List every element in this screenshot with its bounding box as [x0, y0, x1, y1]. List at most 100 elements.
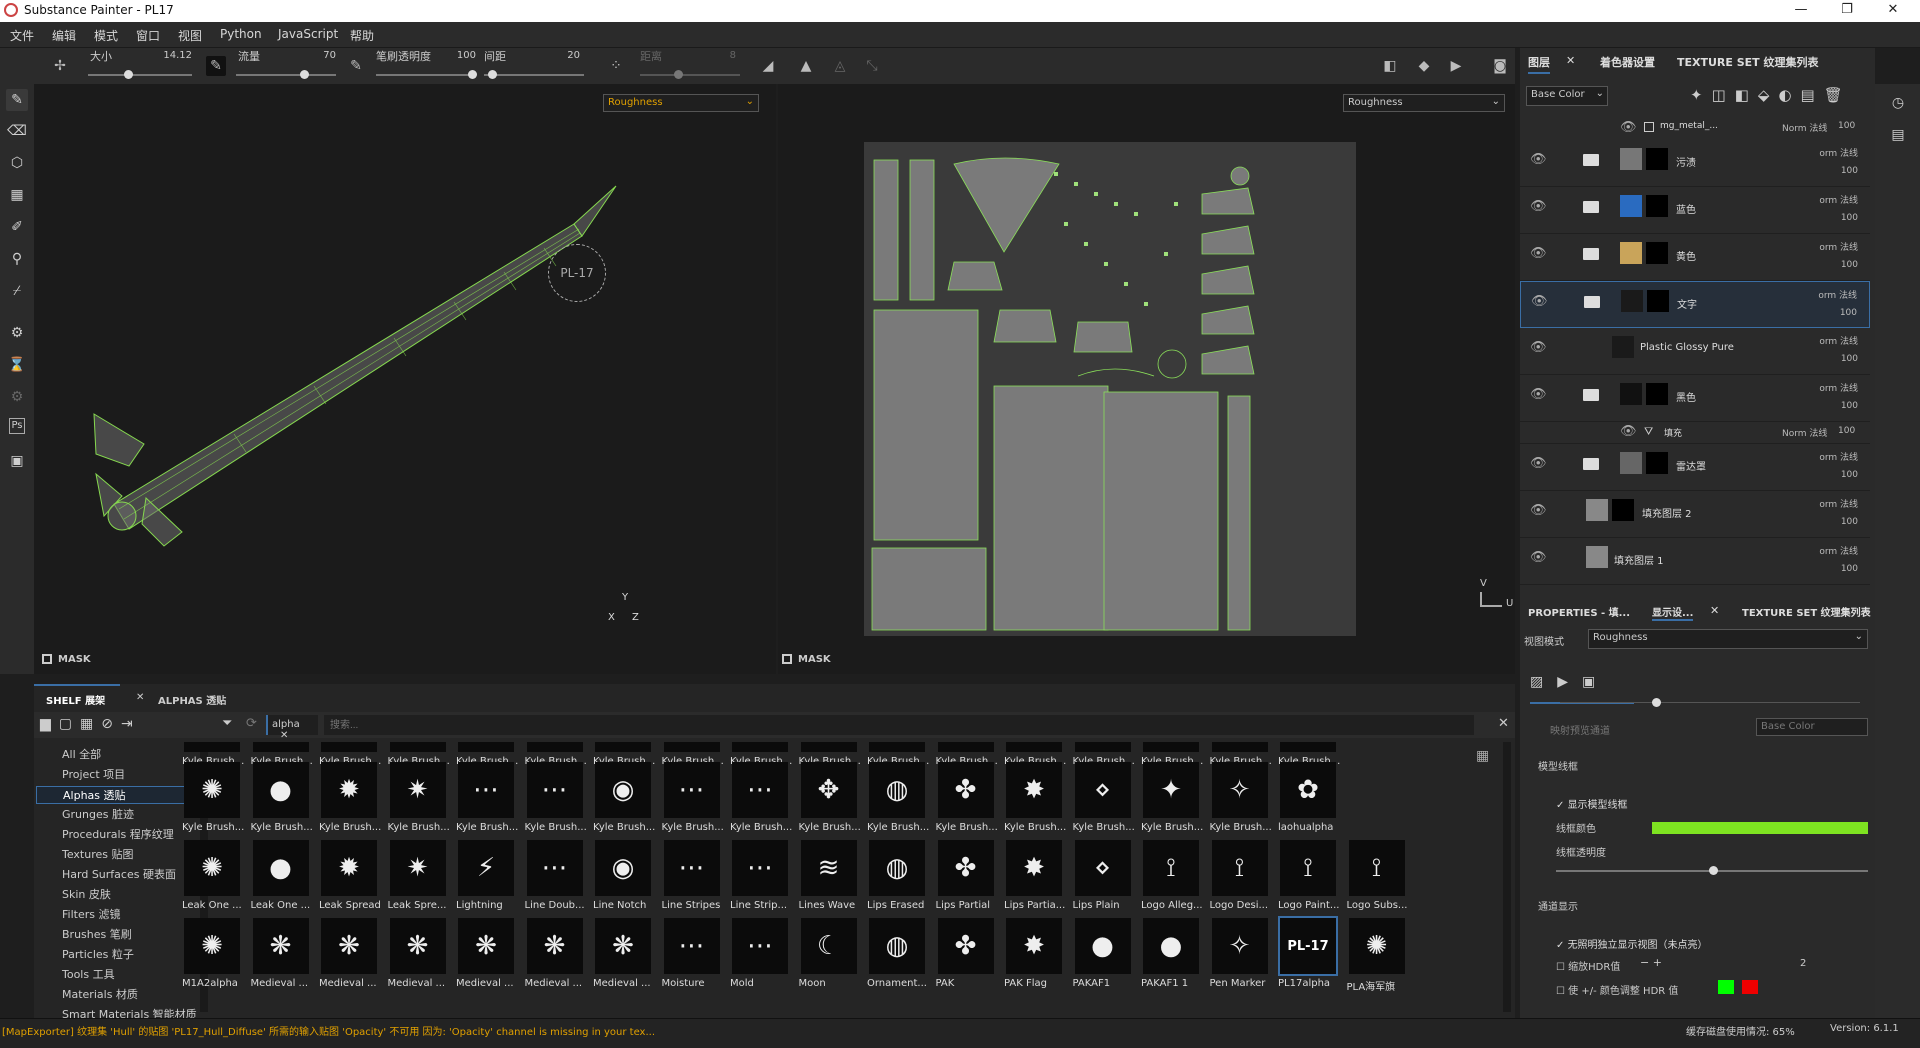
- layer-row[interactable]: 👁 填充图层 1 orm 法线 100: [1520, 538, 1870, 585]
- shelf-category-item[interactable]: Tools 工具: [62, 966, 115, 982]
- mask-sublayer-row[interactable]: 👁 mg_metal_... Norm 法线 100: [1520, 118, 1870, 138]
- shelf-category-item[interactable]: Skin 皮肤: [62, 886, 111, 902]
- alpha-tile[interactable]: ✷ Kyle Brush...: [388, 762, 450, 839]
- view-mode-dropdown[interactable]: Roughness ⌄: [1588, 629, 1868, 649]
- shelf-category-item[interactable]: Procedurals 程序纹理: [62, 826, 174, 842]
- menu-view[interactable]: 视图: [178, 27, 202, 44]
- tab-shelf-close-icon[interactable]: ✕: [136, 692, 144, 703]
- viewport-3d[interactable]: Roughness ⌄ PL-17 Y X Z MASK: [34, 84, 776, 674]
- plugin-icon[interactable]: ⚙: [6, 386, 28, 408]
- layer-row[interactable]: 👁 文字 orm 法线 100: [1520, 281, 1870, 328]
- menu-file[interactable]: 文件: [10, 27, 34, 44]
- tab-layers-close-icon[interactable]: ✕: [1566, 54, 1575, 67]
- scroll-slider[interactable]: [1560, 702, 1860, 703]
- eraser-icon[interactable]: ⌫: [6, 120, 28, 142]
- spacing-slider[interactable]: [484, 74, 584, 76]
- alpha-tile[interactable]: ⚡ Lightning: [456, 840, 516, 917]
- map-channel-dropdown[interactable]: Base Color: [1756, 718, 1868, 736]
- display-mode-icons[interactable]: ▨▶▣: [1530, 674, 1609, 690]
- alpha-tile[interactable]: ⋯ Kyle Brush...: [730, 762, 792, 839]
- alpha-tile[interactable]: ❋ Medieval ...: [593, 918, 653, 995]
- layer-row[interactable]: 👁 雷达罩 orm 法线 100: [1520, 444, 1870, 491]
- eye-icon[interactable]: 👁: [1530, 550, 1547, 566]
- mirror-icon[interactable]: ▲: [796, 56, 816, 76]
- layer-row[interactable]: 👁 蓝色 orm 法线 100: [1520, 187, 1870, 234]
- layer-channel-dropdown[interactable]: Base Color ⌄: [1526, 86, 1608, 106]
- layer-row[interactable]: 👁 ⛛ 填充 Norm 法线 100: [1520, 422, 1870, 444]
- symmetry-icon[interactable]: ✢: [50, 56, 70, 76]
- tab-shelf[interactable]: SHELF 展架: [46, 692, 105, 707]
- alpha-tile[interactable]: ✺ M1A2alpha: [182, 918, 242, 995]
- alpha-tile[interactable]: ⟟ Logo Alleg...: [1141, 840, 1203, 917]
- hdr-stepper-icons[interactable]: − +: [1640, 956, 1662, 969]
- alpha-tile[interactable]: ✥ Kyle Brush...: [799, 762, 861, 839]
- rocket-model[interactable]: [34, 114, 776, 674]
- mask-blend[interactable]: Norm 法线: [1782, 121, 1827, 134]
- channel-dropdown-3d[interactable]: Roughness ⌄: [603, 94, 759, 112]
- pen-pressure-icon[interactable]: ✎: [206, 56, 226, 76]
- settings-icon[interactable]: ⚙: [6, 322, 28, 344]
- alpha-tile[interactable]: ❋ Medieval ...: [456, 918, 516, 995]
- mask-checkbox-2d[interactable]: [782, 654, 792, 664]
- eye-icon[interactable]: 👁: [1530, 456, 1547, 472]
- alpha-tile[interactable]: ✸ PAK Flag: [1004, 918, 1064, 995]
- alpha-tile[interactable]: ⋯ Kyle Brush...: [456, 762, 518, 839]
- maximize-button[interactable]: ❐: [1824, 0, 1870, 22]
- layer-opacity[interactable]: 100: [1841, 260, 1858, 270]
- hdr-scale-checkbox[interactable]: ☐ 缩放HDR值: [1556, 958, 1620, 973]
- uv-texture-map[interactable]: [864, 142, 1356, 636]
- flow-slider[interactable]: [236, 74, 336, 76]
- layer-blend[interactable]: orm 法线: [1819, 334, 1858, 347]
- stroke-icon[interactable]: ◢: [758, 56, 778, 76]
- cube-view-icon[interactable]: ◆: [1414, 56, 1434, 76]
- close-button[interactable]: ✕: [1870, 0, 1916, 22]
- alpha-tile[interactable]: ⋯ Mold: [730, 918, 790, 995]
- shelf-category-item[interactable]: Materials 材质: [62, 986, 138, 1002]
- alpha-tile[interactable]: ✺ Kyle Brush...: [182, 762, 244, 839]
- alpha-tile[interactable]: ✿ laohualpha: [1278, 762, 1338, 839]
- eye-icon[interactable]: 👁: [1531, 294, 1548, 310]
- alpha-tile[interactable]: ⋄ Kyle Brush...: [1073, 762, 1135, 839]
- opacity-slider[interactable]: [376, 74, 476, 76]
- shelf-scrollbar[interactable]: [1503, 742, 1511, 1012]
- refresh-icon[interactable]: ⟳: [246, 716, 257, 731]
- alpha-tile[interactable]: ⋯ Kyle Brush...: [525, 762, 587, 839]
- tab-layers[interactable]: 图层: [1528, 54, 1550, 74]
- layer-opacity[interactable]: 100: [1841, 517, 1858, 527]
- clear-search-icon[interactable]: ✕: [1498, 716, 1509, 731]
- layer-opacity[interactable]: 100: [1841, 166, 1858, 176]
- show-wireframe-checkbox[interactable]: ✓ 显示模型线框: [1556, 796, 1628, 811]
- alpha-tile[interactable]: ❋ Medieval ...: [319, 918, 379, 995]
- alpha-tile[interactable]: ● Kyle Brush...: [251, 762, 313, 839]
- mask-checkbox-3d[interactable]: [42, 654, 52, 664]
- spacing-value[interactable]: 20: [540, 50, 580, 61]
- layer-blend[interactable]: orm 法线: [1819, 193, 1858, 206]
- eye-icon[interactable]: 👁: [1530, 246, 1547, 262]
- alpha-tile[interactable]: ✧ Pen Marker: [1210, 918, 1270, 995]
- alpha-tile[interactable]: ✦ Kyle Brush...: [1141, 762, 1203, 839]
- mask-opacity[interactable]: 100: [1838, 121, 1855, 131]
- tab-shader-settings[interactable]: 着色器设置: [1600, 54, 1655, 70]
- viewport-2d[interactable]: Roughness ⌄ V U MASK: [778, 84, 1515, 674]
- tab-display-settings[interactable]: 显示设...: [1652, 604, 1694, 621]
- menu-window[interactable]: 窗口: [136, 27, 160, 44]
- shelf-action-icons[interactable]: ▆▢▦⊘⇥: [40, 716, 141, 732]
- layer-blend[interactable]: orm 法线: [1819, 381, 1858, 394]
- shelf-category-item[interactable]: Project 项目: [62, 766, 125, 782]
- angle-slider[interactable]: [640, 74, 740, 76]
- wire-color-swatch[interactable]: [1652, 822, 1868, 834]
- split-view-icon[interactable]: ◧: [1380, 56, 1400, 76]
- camera-video-icon[interactable]: ▶: [1446, 56, 1466, 76]
- alpha-tile[interactable]: ☾ Moon: [799, 918, 859, 995]
- eye-icon[interactable]: 👁: [1530, 387, 1547, 403]
- alpha-tile[interactable]: ✸ Lips Partia...: [1004, 840, 1065, 917]
- search-input[interactable]: [324, 715, 1474, 735]
- alpha-tile[interactable]: ✤ PAK: [936, 918, 996, 995]
- size-slider[interactable]: [88, 74, 192, 76]
- alpha-tile[interactable]: ⋄ Lips Plain: [1073, 840, 1133, 917]
- menu-mode[interactable]: 模式: [94, 27, 118, 44]
- layer-blend[interactable]: orm 法线: [1819, 146, 1858, 159]
- alpha-tile[interactable]: ● PAKAF1: [1073, 918, 1133, 995]
- hdr-scale-value[interactable]: 2: [1800, 958, 1806, 969]
- hdr-minus-color-swatch[interactable]: [1742, 980, 1758, 994]
